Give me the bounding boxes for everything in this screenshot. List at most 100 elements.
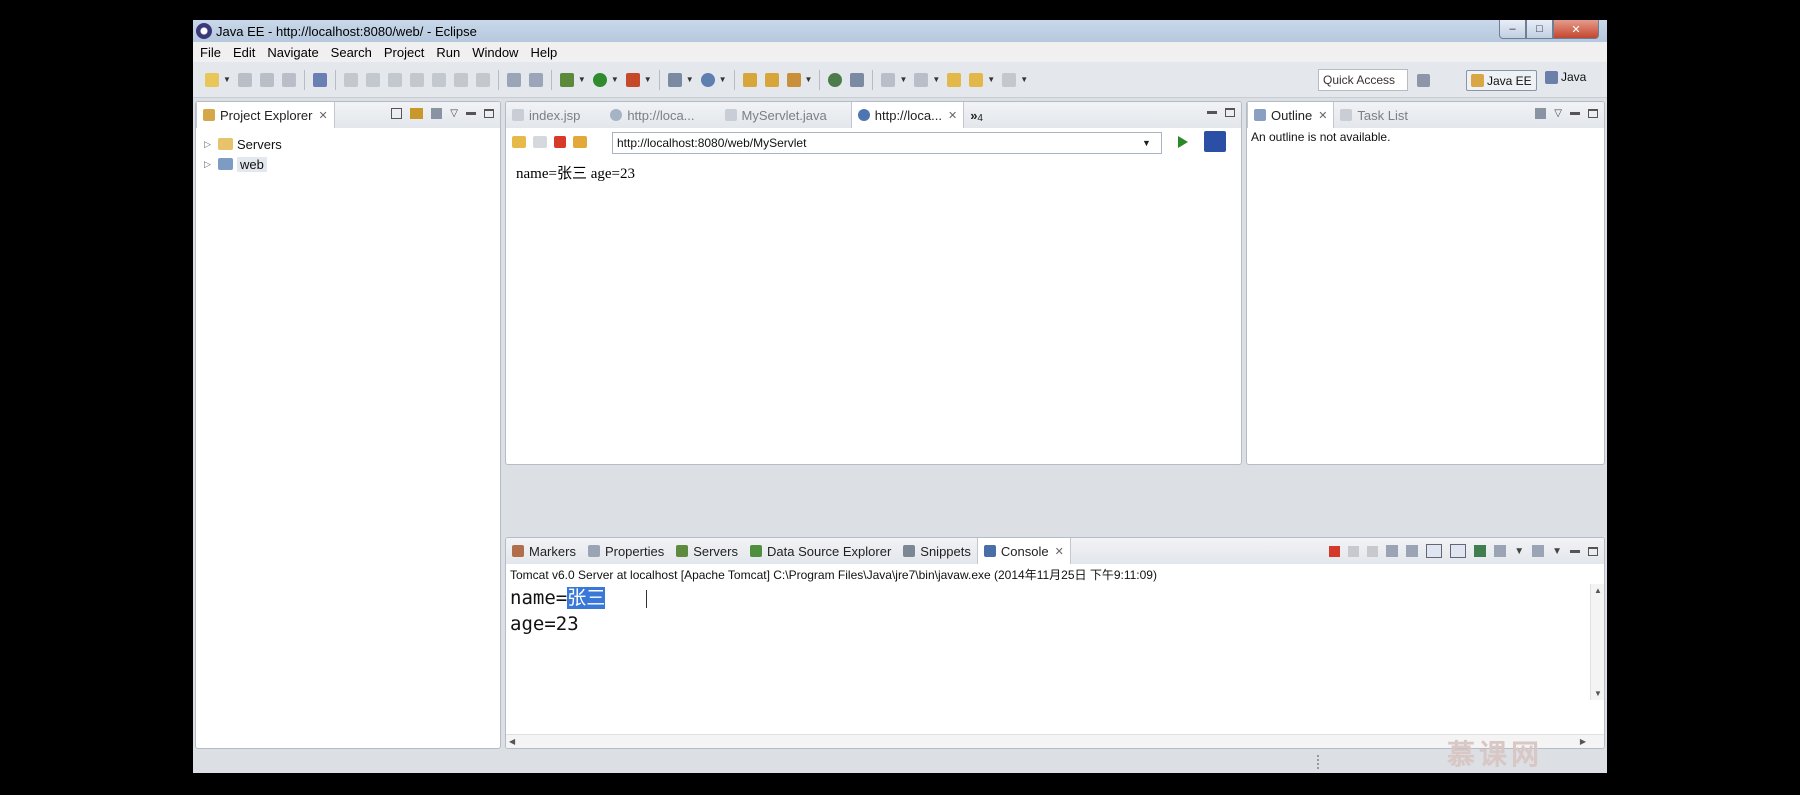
external-tools-icon[interactable] [625,72,640,87]
minimize-view-icon[interactable] [466,112,476,115]
perspective-java-ee[interactable]: Java EE [1466,70,1537,91]
tab-markers[interactable]: Markers [506,538,582,564]
scroll-right-icon[interactable]: ▶ [1580,737,1586,746]
go-icon[interactable] [1178,136,1188,148]
minimize-view-icon[interactable] [1570,549,1580,553]
collapse-all-icon[interactable] [391,108,403,119]
view-menu-dropdown-icon[interactable]: ▽ [1554,108,1562,119]
show-on-stdout-icon[interactable] [1426,544,1443,558]
view-menu-dropdown-icon[interactable]: ▽ [450,108,458,119]
skip-breakpoints-icon[interactable] [312,72,327,87]
refresh-icon[interactable] [573,136,587,148]
view-menu-icon[interactable] [431,108,443,119]
stop-icon[interactable] [554,136,566,148]
link-with-editor-icon[interactable] [410,108,424,119]
menu-navigate[interactable]: Navigate [267,45,318,60]
run-dropdown-icon[interactable]: ▼ [611,75,619,84]
maximize-button[interactable]: □ [1526,20,1553,39]
tab-project-explorer[interactable]: Project Explorer ✕ [196,102,335,128]
resume-icon[interactable] [343,72,358,87]
tab-outline[interactable]: Outline ✕ [1247,102,1335,128]
terminate-icon[interactable] [1329,545,1341,557]
tab-properties[interactable]: Properties [582,538,670,564]
back-arrow-icon[interactable] [512,136,526,148]
run-icon[interactable] [592,72,607,87]
tab-index-jsp[interactable]: index.jsp [506,102,586,128]
open-task-icon[interactable] [764,72,779,87]
menu-help[interactable]: Help [530,45,557,60]
close-tab-icon[interactable]: ✕ [948,109,957,122]
search-dropdown-icon[interactable]: ▼ [805,75,813,84]
print-icon[interactable] [281,72,296,87]
menu-project[interactable]: Project [384,45,424,60]
url-dropdown-icon[interactable]: ▼ [1142,138,1151,148]
save-icon[interactable] [237,72,252,87]
last-edit-icon[interactable] [947,72,962,87]
maximize-view-icon[interactable] [484,109,494,118]
new-class-dropdown-icon[interactable]: ▼ [719,75,727,84]
task-icon[interactable] [528,72,543,87]
close-tab-icon[interactable]: ✕ [1318,109,1327,122]
horizontal-scrollbar[interactable]: ◀ ▶ [506,734,1604,748]
menu-search[interactable]: Search [331,45,372,60]
tab-snippets[interactable]: Snippets [897,538,977,564]
tab-overflow[interactable]: » 4 [964,102,989,128]
forward-dropdown-icon[interactable]: ▼ [1020,75,1028,84]
minimize-view-icon[interactable] [1570,112,1580,115]
tab-console[interactable]: Console ✕ [976,538,1071,564]
suspend-icon[interactable] [365,72,380,87]
tree-item-servers[interactable]: ▷ Servers [204,134,282,154]
open-console-icon[interactable] [506,72,521,87]
save-all-icon[interactable] [259,72,274,87]
open-perspective-button[interactable] [1417,70,1435,90]
terminate-icon[interactable] [387,72,402,87]
back-dropdown-icon[interactable]: ▼ [987,75,995,84]
minimize-view-icon[interactable] [1207,111,1217,114]
new-dropdown-icon[interactable]: ▼ [223,75,231,84]
maximize-view-icon[interactable] [1588,109,1598,118]
vertical-scrollbar[interactable]: ▲ ▼ [1590,584,1604,700]
open-external-browser-icon[interactable] [1204,131,1226,152]
remove-launch-icon[interactable] [1348,545,1360,557]
tab-myservlet-java[interactable]: MyServlet.java [719,102,833,128]
new-icon[interactable] [205,72,219,87]
display-console-icon[interactable] [1494,545,1507,557]
step-into-icon[interactable] [431,72,446,87]
open-console-dropdown-icon[interactable]: ▼ [1552,546,1562,557]
display-console-dropdown-icon[interactable]: ▼ [1514,546,1524,557]
next-annotation-icon[interactable] [914,72,929,87]
menu-window[interactable]: Window [472,45,518,60]
debug-icon[interactable] [559,72,574,87]
step-over-icon[interactable] [453,72,468,87]
new-class-icon[interactable] [700,72,715,87]
maximize-view-icon[interactable] [1588,546,1598,556]
scroll-lock-icon[interactable] [1406,545,1419,557]
close-button[interactable]: ✕ [1553,20,1599,39]
show-on-stderr-icon[interactable] [1450,544,1467,558]
back-icon[interactable] [969,72,984,87]
view-menu-icon[interactable] [1535,108,1547,119]
menu-file[interactable]: File [200,45,221,60]
maximize-view-icon[interactable] [1225,108,1235,117]
expand-arrow-icon[interactable]: ▷ [204,159,214,170]
open-console-icon[interactable] [1532,545,1545,557]
scroll-up-icon[interactable]: ▲ [1594,586,1602,595]
tab-browser-active[interactable]: http://loca... ✕ [850,102,965,128]
annotation-icon[interactable] [881,72,896,87]
expand-arrow-icon[interactable]: ▷ [204,139,214,150]
menu-edit[interactable]: Edit [233,45,255,60]
close-tab-icon[interactable]: ✕ [1055,545,1064,558]
open-type-icon[interactable] [742,72,757,87]
clear-console-icon[interactable] [1386,545,1399,557]
menu-run[interactable]: Run [436,45,460,60]
minimize-button[interactable]: – [1499,20,1526,39]
quick-access-input[interactable]: Quick Access [1318,69,1408,91]
close-tab-icon[interactable]: ✕ [318,109,327,122]
console-output[interactable]: name=张三 age=23 [510,585,606,637]
external-tools-dropdown-icon[interactable]: ▼ [644,75,652,84]
open-web-browser-icon[interactable] [828,72,843,87]
tab-servers[interactable]: Servers [670,538,744,564]
tree-item-web[interactable]: ▷ web [204,154,282,174]
step-return-icon[interactable] [475,72,490,87]
url-input[interactable]: http://localhost:8080/web/MyServlet [612,132,1162,154]
